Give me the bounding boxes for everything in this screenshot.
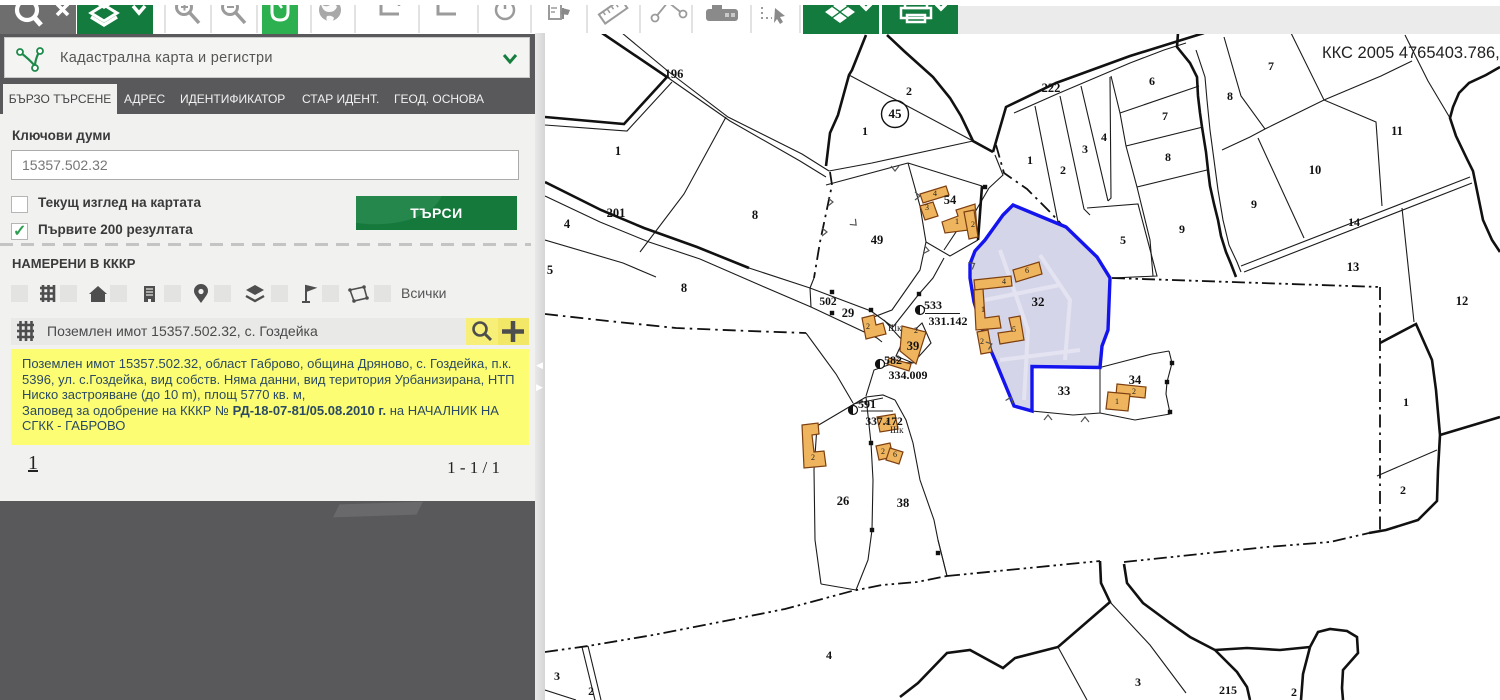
svg-text:4: 4	[1002, 277, 1006, 286]
svg-text:5: 5	[1120, 233, 1126, 247]
svg-text:54: 54	[944, 193, 957, 207]
svg-text:1: 1	[862, 124, 868, 138]
svg-text:Шк: Шк	[890, 425, 904, 435]
svg-text:196: 196	[665, 67, 684, 81]
svg-text:29: 29	[842, 306, 855, 320]
svg-text:45: 45	[889, 106, 903, 121]
svg-text:5: 5	[547, 263, 553, 277]
svg-text:32: 32	[1032, 294, 1045, 309]
svg-text:8: 8	[1227, 89, 1233, 103]
svg-text:12: 12	[1456, 294, 1469, 308]
svg-text:2: 2	[588, 686, 594, 698]
svg-text:2: 2	[971, 220, 975, 229]
svg-text:4: 4	[564, 217, 571, 231]
svg-text:38: 38	[897, 496, 910, 510]
svg-text:3: 3	[1082, 142, 1088, 156]
svg-text:8: 8	[752, 208, 758, 222]
svg-text:502: 502	[819, 296, 837, 308]
svg-text:215: 215	[1219, 683, 1237, 697]
svg-text:1: 1	[1403, 395, 1409, 409]
svg-text:2: 2	[906, 84, 912, 98]
svg-text:11: 11	[1391, 124, 1403, 138]
svg-text:2: 2	[896, 354, 900, 363]
svg-text:7: 7	[1162, 109, 1168, 123]
svg-text:3: 3	[554, 669, 560, 683]
svg-text:3: 3	[1135, 675, 1141, 689]
svg-text:2: 2	[881, 447, 885, 456]
svg-text:10: 10	[1309, 163, 1322, 177]
svg-text:222: 222	[1042, 81, 1061, 95]
svg-text:1: 1	[981, 305, 985, 314]
svg-text:4: 4	[885, 418, 889, 427]
svg-text:49: 49	[871, 233, 884, 247]
svg-text:2: 2	[866, 322, 870, 331]
svg-text:2: 2	[980, 337, 984, 346]
svg-text:6: 6	[1025, 266, 1029, 275]
svg-text:591: 591	[858, 397, 876, 411]
svg-text:533: 533	[924, 298, 942, 312]
svg-text:4: 4	[933, 189, 937, 198]
svg-text:5: 5	[1012, 325, 1016, 334]
svg-text:8: 8	[681, 281, 687, 295]
svg-text:39: 39	[907, 339, 920, 353]
svg-text:13: 13	[1347, 260, 1360, 274]
svg-text:7: 7	[1268, 59, 1274, 73]
svg-text:14: 14	[1348, 215, 1360, 229]
svg-text:9: 9	[1179, 222, 1185, 236]
svg-text:1: 1	[615, 144, 621, 158]
svg-text:Шк: Шк	[888, 323, 902, 333]
svg-text:33: 33	[1058, 384, 1071, 398]
svg-text:4: 4	[826, 648, 832, 662]
svg-text:2: 2	[1060, 163, 1066, 177]
svg-text:4: 4	[1101, 130, 1107, 144]
svg-text:334.009: 334.009	[889, 368, 928, 382]
svg-text:201: 201	[607, 206, 626, 220]
svg-text:26: 26	[837, 494, 850, 508]
svg-text:331.142: 331.142	[929, 314, 968, 328]
svg-text:3: 3	[925, 203, 929, 212]
svg-text:9: 9	[1251, 197, 1257, 211]
svg-text:1: 1	[1115, 397, 1119, 406]
svg-text:6: 6	[1149, 74, 1155, 88]
svg-text:2: 2	[1291, 685, 1297, 699]
svg-text:34: 34	[1129, 373, 1142, 387]
svg-text:2: 2	[914, 326, 918, 335]
svg-text:1: 1	[955, 217, 959, 226]
svg-text:1: 1	[1027, 153, 1033, 167]
svg-text:6: 6	[893, 450, 897, 459]
svg-text:2: 2	[1132, 387, 1136, 396]
svg-text:2: 2	[1400, 483, 1406, 497]
svg-text:2: 2	[811, 453, 815, 462]
svg-text:8: 8	[1165, 150, 1171, 164]
